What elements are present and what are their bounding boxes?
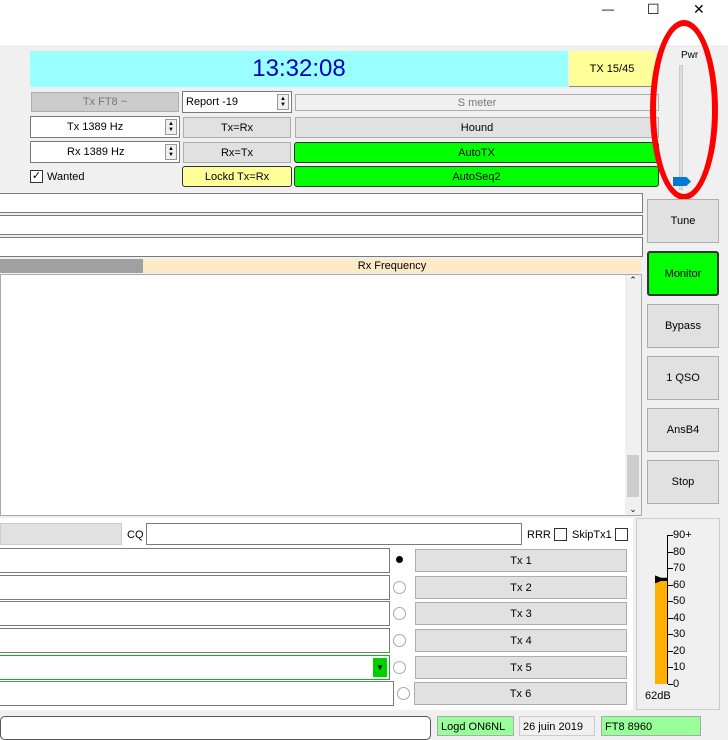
- tx1-message-input[interactable]: [0, 548, 390, 573]
- report-spinbox[interactable]: Report -19 ▲ ▼: [182, 91, 292, 113]
- tx1-button[interactable]: Tx 1: [415, 549, 627, 572]
- text-field-3[interactable]: [0, 237, 643, 257]
- tx5-button[interactable]: Tx 5: [415, 656, 627, 679]
- meter-tick-label: 40: [673, 611, 686, 624]
- meter-axis: [667, 535, 668, 684]
- wanted-checkbox[interactable]: ✓: [30, 170, 43, 183]
- tx3-button[interactable]: Tx 3: [415, 602, 627, 625]
- meter-bar: [655, 581, 667, 684]
- spin-arrows-icon[interactable]: ▲ ▼: [165, 144, 177, 160]
- tx4-message-input[interactable]: [0, 628, 390, 653]
- skiptx1-label: SkipTx1: [572, 529, 612, 541]
- tx3-message-input[interactable]: [0, 601, 390, 626]
- tx-frequency-value: Tx 1389 Hz: [67, 121, 124, 133]
- rx-frequency-spinbox[interactable]: Rx 1389 Hz ▲ ▼: [30, 141, 180, 163]
- tx2-button[interactable]: Tx 2: [415, 576, 627, 599]
- dropdown-arrow-icon[interactable]: ▼: [373, 658, 387, 677]
- title-bar: [0, 0, 728, 45]
- text-field-1[interactable]: [0, 193, 643, 213]
- date-status: 26 juin 2019: [519, 716, 595, 736]
- meter-tick-label: 10: [673, 661, 686, 674]
- meter-tick-label: 70: [673, 562, 686, 575]
- tx6-button[interactable]: Tx 6: [414, 682, 627, 705]
- tx6-radio[interactable]: [397, 687, 410, 700]
- meter-tick-label: 60: [673, 578, 686, 591]
- rx-frequency-header-left: [0, 259, 143, 273]
- stop-button[interactable]: Stop: [647, 460, 719, 504]
- cq-input[interactable]: [146, 523, 522, 545]
- monitor-button[interactable]: Monitor: [647, 251, 719, 296]
- tx4-button[interactable]: Tx 4: [415, 629, 627, 652]
- tx2-message-input[interactable]: [0, 575, 390, 600]
- meter-tick-label: 0: [673, 678, 680, 690]
- one-qso-button[interactable]: 1 QSO: [647, 356, 719, 400]
- logged-status: Logd ON6NL: [437, 716, 514, 736]
- grey-box: [0, 523, 122, 545]
- tx-eq-rx-button[interactable]: Tx=Rx: [183, 117, 291, 138]
- autoseq-button[interactable]: AutoSeq2: [294, 166, 659, 187]
- red-annotation-ellipse: [650, 20, 718, 200]
- tx5-radio[interactable]: [393, 661, 406, 674]
- lockd-button[interactable]: Lockd Tx=Rx: [182, 166, 292, 187]
- meter-tick-label: 90+: [673, 529, 692, 541]
- minimize-icon[interactable]: —: [602, 2, 614, 16]
- meter-tick-label: 20: [673, 644, 686, 657]
- s-meter: S meter: [295, 94, 659, 111]
- rx-frequency-value: Rx 1389 Hz: [67, 146, 125, 158]
- tune-button[interactable]: Tune: [647, 199, 719, 243]
- rx-eq-tx-button[interactable]: Rx=Tx: [183, 142, 291, 163]
- close-icon[interactable]: ✕: [693, 1, 705, 18]
- rx-frequency-text-area[interactable]: [0, 274, 642, 516]
- clock-display: 13:32:08: [30, 51, 568, 87]
- bypass-button[interactable]: Bypass: [647, 304, 719, 348]
- tx3-radio[interactable]: [393, 607, 406, 620]
- tx-frequency-spinbox[interactable]: Tx 1389 Hz ▲ ▼: [30, 116, 180, 138]
- scrollbar[interactable]: ⌃ ⌄: [625, 275, 641, 515]
- tx1-radio-selected[interactable]: [396, 556, 403, 563]
- tx5-message-combobox[interactable]: ▼: [0, 655, 390, 680]
- rrr-label: RRR: [527, 529, 551, 541]
- tx-mode-button: Tx FT8 ~: [31, 92, 179, 112]
- maximize-icon[interactable]: ☐: [647, 1, 660, 18]
- signal-meter-panel: 90+ 80 70 60 50 40 30 20 10 0 62dB: [636, 518, 720, 710]
- skiptx1-checkbox[interactable]: [615, 528, 628, 541]
- meter-label: 62dB: [645, 690, 671, 702]
- wanted-label: Wanted: [47, 171, 85, 183]
- meter-tick-label: 30: [673, 628, 686, 641]
- status-message-box: [0, 716, 431, 740]
- rx-frequency-header: Rx Frequency: [143, 259, 641, 273]
- spin-arrows-icon[interactable]: ▲ ▼: [165, 119, 177, 135]
- meter-tick-label: 80: [673, 545, 686, 558]
- scroll-up-icon[interactable]: ⌃: [625, 275, 641, 286]
- rrr-checkbox[interactable]: [554, 528, 567, 541]
- scroll-down-icon[interactable]: ⌄: [625, 504, 641, 515]
- cq-label: CQ: [127, 529, 144, 541]
- autotx-button[interactable]: AutoTX: [294, 142, 659, 163]
- spin-arrows-icon[interactable]: ▲ ▼: [277, 94, 289, 110]
- hound-button[interactable]: Hound: [295, 117, 659, 138]
- tx4-radio[interactable]: [393, 634, 406, 647]
- text-field-2[interactable]: [0, 215, 643, 235]
- tx6-message-input[interactable]: [0, 681, 394, 706]
- report-value: Report -19: [186, 96, 238, 108]
- meter-tick-label: 50: [673, 595, 686, 608]
- tx2-radio[interactable]: [393, 581, 406, 594]
- mode-status: FT8 8960: [601, 716, 701, 736]
- scroll-thumb[interactable]: [627, 455, 639, 497]
- tx-period: TX 15/45: [569, 51, 655, 87]
- ansb4-button[interactable]: AnsB4: [647, 408, 719, 452]
